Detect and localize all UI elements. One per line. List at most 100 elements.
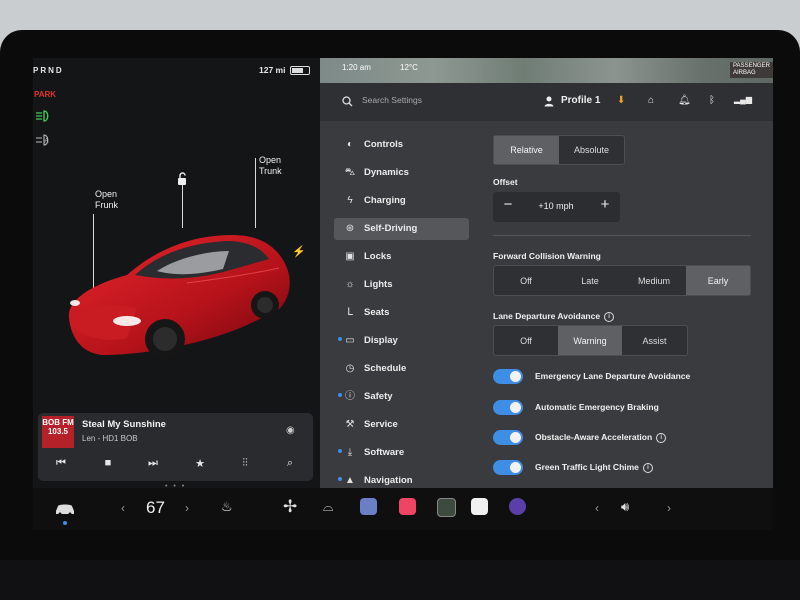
obstacle-aware-row: Obstacle-Aware Acceleration i — [493, 430, 773, 448]
section-divider — [493, 235, 751, 236]
relative-option[interactable]: Relative — [494, 136, 559, 164]
previous-track-icon[interactable]: ⏮ — [51, 457, 71, 470]
dashboard-below — [0, 560, 800, 600]
volume-up-chevron-icon[interactable]: › — [667, 501, 671, 515]
speed-limit-mode-selector[interactable]: Relative Absolute — [493, 135, 625, 165]
cabin-temperature[interactable]: 67 — [146, 498, 165, 518]
fcw-selector[interactable]: Off Late Medium Early — [493, 265, 751, 296]
fcw-off-option[interactable]: Off — [494, 266, 558, 295]
svg-text:A: A — [45, 139, 49, 145]
bottom-taskbar: ‹ 67 › ♨ ✢ ⌓ ‹ 🔊︎ › — [33, 488, 773, 530]
nav-item-locks[interactable]: ▣ Locks — [334, 246, 469, 268]
equalizer-icon[interactable]: ⫶⫶ — [235, 457, 255, 470]
nav-item-navigation[interactable]: ▲ Navigation — [334, 470, 469, 488]
media-player[interactable]: BOB FM 103.5 Steal My Sunshine Len - HD1… — [38, 413, 313, 481]
offset-label: Offset — [493, 177, 518, 187]
nav-item-display[interactable]: ▭ Display — [334, 330, 469, 352]
offset-value: +10 mph — [538, 201, 574, 211]
clock: 1:20 am — [342, 63, 371, 72]
absolute-option[interactable]: Absolute — [559, 136, 624, 164]
app-tile-icon[interactable] — [360, 498, 377, 515]
nav-item-schedule[interactable]: ◷ Schedule — [334, 358, 469, 380]
favorite-star-icon[interactable]: ★ — [190, 457, 210, 470]
open-frunk-button[interactable]: Open Frunk — [95, 189, 118, 211]
nav-item-service[interactable]: ⚒ Service — [334, 414, 469, 436]
nav-item-charging[interactable]: ϟ Charging — [334, 190, 469, 212]
active-indicator — [63, 521, 67, 525]
search-icon[interactable] — [342, 96, 353, 107]
touchscreen: PRND 127 mi PARK A Open Frunk Open Trunk… — [33, 58, 773, 488]
map-view[interactable]: 1:20 am 12°C PASSENGER AIRBAG — [320, 58, 773, 83]
info-icon[interactable]: i — [642, 462, 653, 473]
green-light-chime-row: Green Traffic Light Chime i — [493, 460, 773, 478]
new-dot — [338, 476, 342, 481]
lda-assist-option[interactable]: Assist — [622, 326, 687, 355]
nav-item-self-driving[interactable]: ⊛ Self-Driving — [334, 218, 469, 240]
track-title: Steal My Sunshine — [82, 419, 166, 430]
self-driving-settings: Relative Absolute Offset − +10 mph + For… — [493, 83, 773, 488]
steering-wheel-icon: ⊛ — [345, 223, 355, 234]
notes-app-icon[interactable] — [471, 498, 488, 515]
info-icon[interactable]: i — [656, 432, 667, 443]
emergency-lda-toggle[interactable] — [493, 369, 523, 384]
lda-off-option[interactable]: Off — [494, 326, 558, 355]
camera-app-icon[interactable] — [509, 498, 526, 515]
audio-source-icon[interactable]: ◉ — [286, 425, 295, 436]
info-icon: ⓘ — [345, 391, 355, 402]
bolt-icon: ϟ — [347, 195, 353, 206]
fan-icon[interactable]: ✢ — [283, 497, 297, 517]
car-panel: PRND 127 mi PARK A Open Frunk Open Trunk… — [33, 58, 320, 488]
passenger-airbag-indicator: PASSENGER AIRBAG — [730, 62, 773, 78]
increase-offset-button[interactable]: + — [595, 196, 615, 213]
media-search-icon[interactable]: ⌕ — [280, 457, 300, 470]
offset-stepper: − +10 mph + — [493, 192, 620, 222]
nav-item-software[interactable]: ⤓ Software — [334, 442, 469, 464]
temp-up-chevron-icon[interactable]: › — [185, 501, 189, 515]
car-icon[interactable] — [53, 502, 77, 516]
gear-selector-indicator: PRND — [33, 66, 64, 75]
music-app-icon[interactable] — [399, 498, 416, 515]
car-icon: ⛍ — [344, 167, 356, 178]
clock-icon: ◷ — [345, 363, 355, 374]
seat-icon: ᒪ — [347, 307, 353, 318]
wrench-icon: ⚒ — [345, 419, 355, 430]
aeb-row: Automatic Emergency Braking — [493, 400, 773, 418]
fcw-medium-option[interactable]: Medium — [622, 266, 686, 295]
nav-item-seats[interactable]: ᒪ Seats — [334, 302, 469, 324]
fcw-early-option[interactable]: Early — [686, 266, 750, 295]
settings-panel: Search Settings Profile 1 ⬇ ⌂ 🔔︎ ᛒ ▂▄▆ ◐… — [320, 83, 773, 488]
next-track-icon[interactable]: ⏭ — [143, 457, 163, 470]
lda-warning-option[interactable]: Warning — [558, 326, 622, 355]
emergency-lda-row: Emergency Lane Departure Avoidance — [493, 369, 773, 387]
stop-icon[interactable]: ■ — [98, 457, 118, 469]
unlock-icon[interactable] — [175, 172, 189, 186]
car-model-image — [68, 235, 290, 359]
app-launcher-icon[interactable] — [437, 498, 456, 517]
defrost-icon[interactable]: ⌓ — [323, 499, 333, 515]
lda-label: Lane Departure Avoidance i — [493, 311, 615, 322]
search-settings-input[interactable]: Search Settings — [362, 95, 422, 105]
nav-item-dynamics[interactable]: ⛍ Dynamics — [334, 162, 469, 184]
temp-down-chevron-icon[interactable]: ‹ — [121, 501, 125, 515]
lda-selector[interactable]: Off Warning Assist — [493, 325, 688, 356]
display-icon: ▭ — [345, 335, 355, 346]
volume-icon[interactable]: 🔊︎ — [621, 499, 629, 515]
nav-item-lights[interactable]: ☼ Lights — [334, 274, 469, 296]
decrease-offset-button[interactable]: − — [498, 196, 518, 213]
station-name: Len - HD1 BOB — [82, 434, 138, 443]
green-light-chime-toggle[interactable] — [493, 460, 523, 475]
open-trunk-button[interactable]: Open Trunk — [259, 155, 282, 177]
seat-heater-icon[interactable]: ♨ — [221, 499, 233, 515]
fcw-late-option[interactable]: Late — [558, 266, 622, 295]
nav-item-safety[interactable]: ⓘ Safety — [334, 386, 469, 408]
volume-down-chevron-icon[interactable]: ‹ — [595, 501, 599, 515]
auto-high-beam-icon: A — [36, 134, 49, 146]
download-icon: ⤓ — [347, 447, 353, 458]
headlight-icon — [36, 110, 49, 122]
new-dot — [338, 448, 342, 453]
info-icon[interactable]: i — [604, 311, 615, 322]
obstacle-aware-toggle[interactable] — [493, 430, 523, 445]
aeb-toggle[interactable] — [493, 400, 523, 415]
fcw-label: Forward Collision Warning — [493, 251, 601, 261]
nav-item-controls[interactable]: ◐ Controls — [334, 134, 469, 156]
